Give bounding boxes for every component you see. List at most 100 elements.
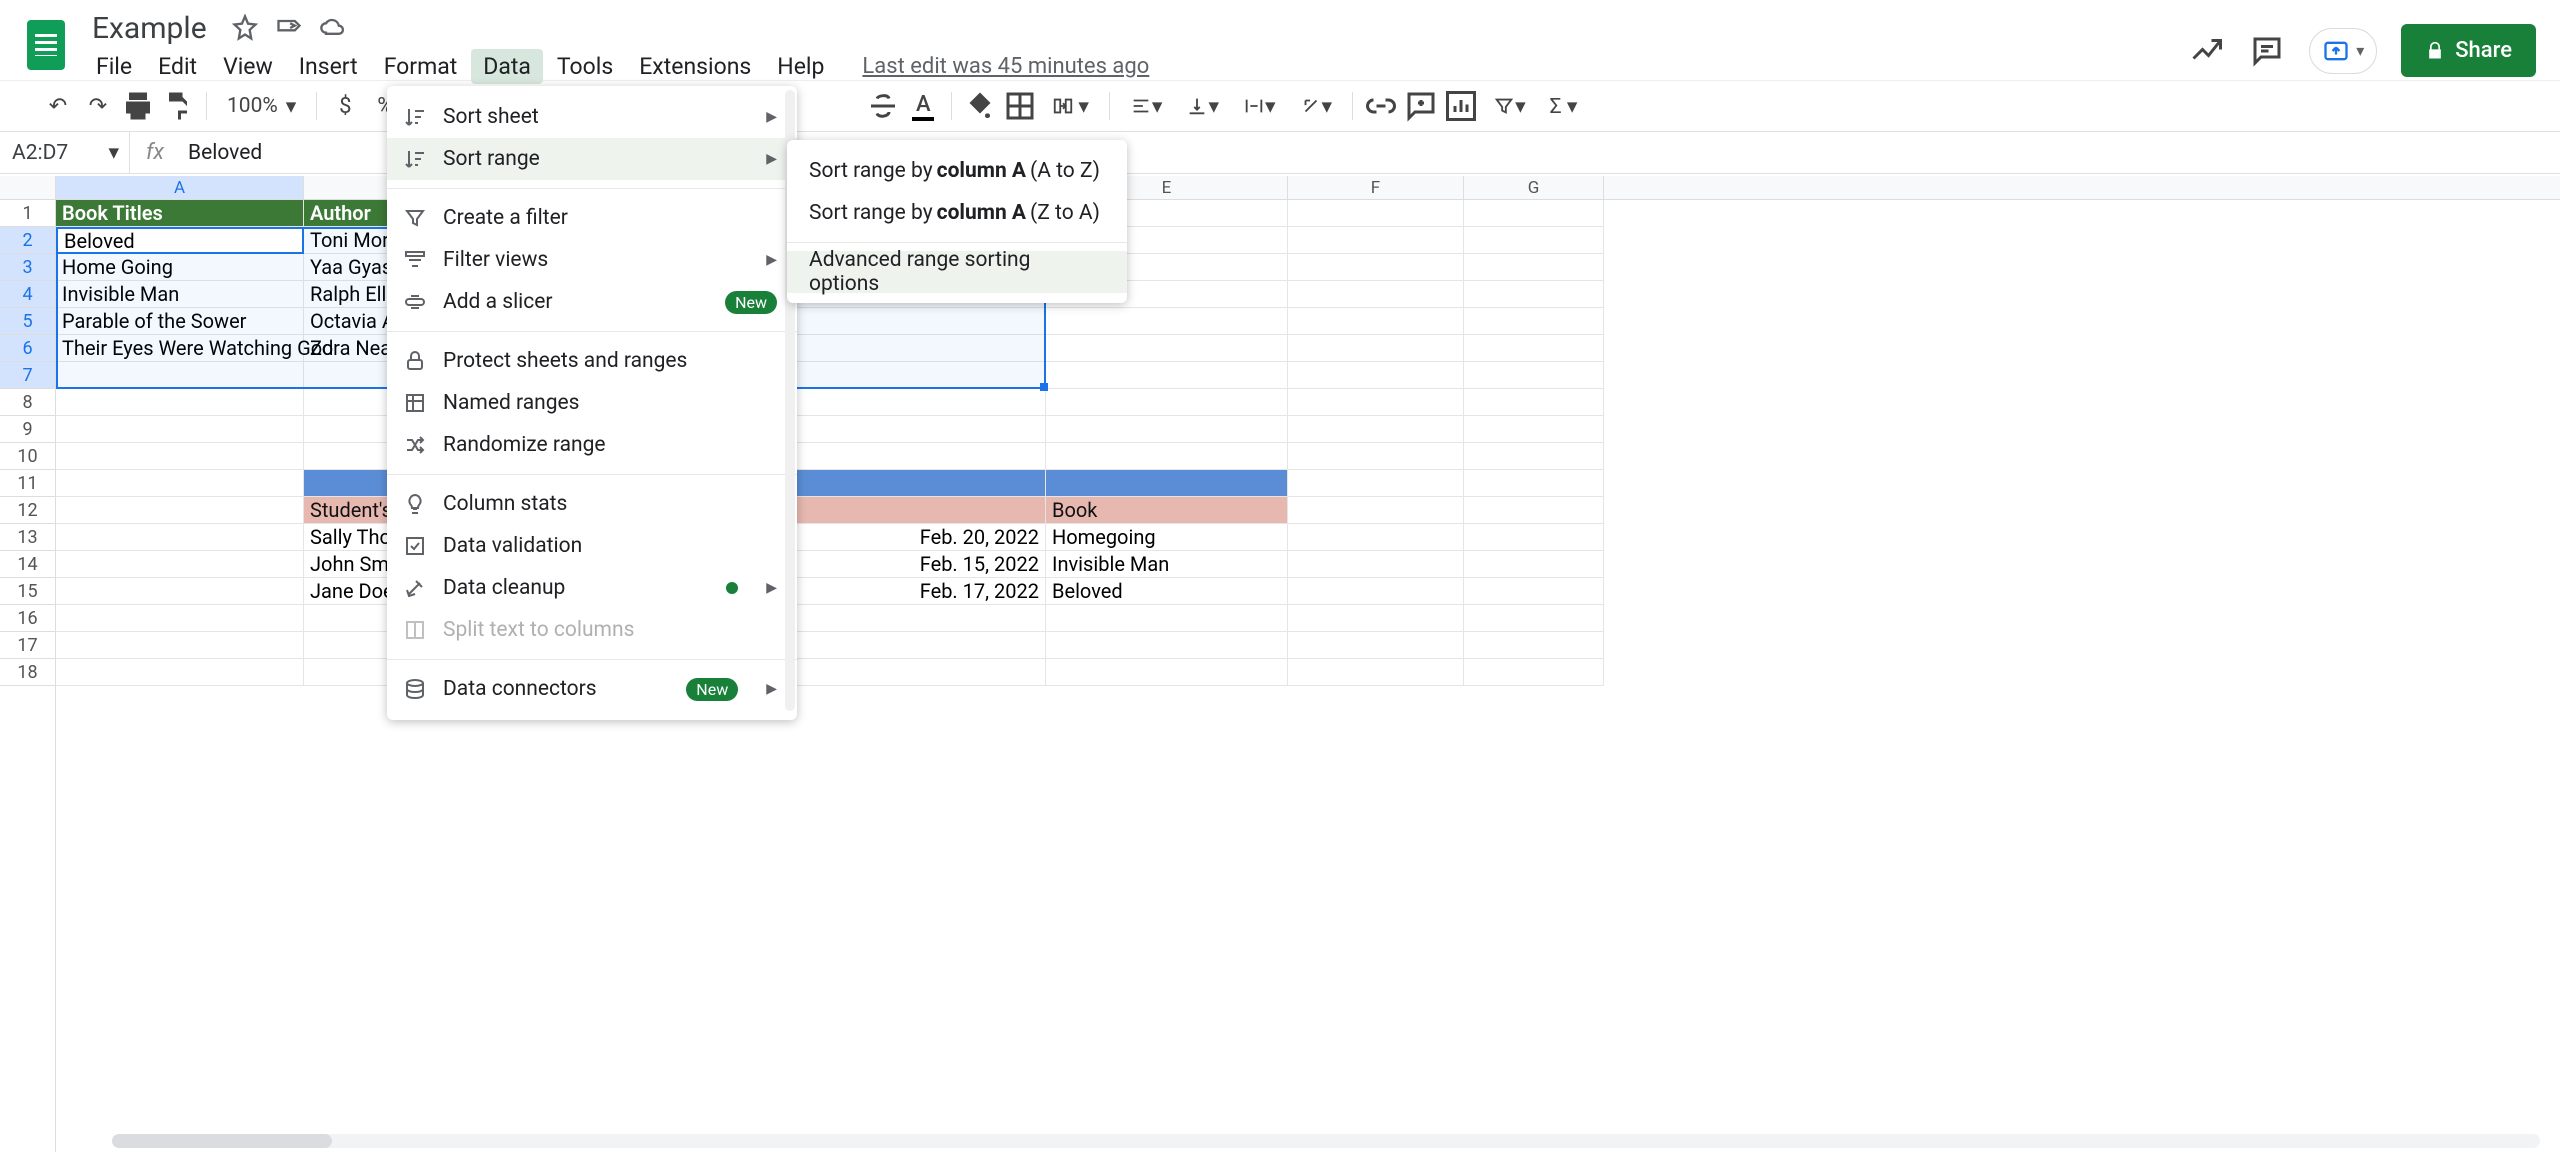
menu-column-stats[interactable]: Column stats [387, 483, 797, 525]
cloud-status-icon[interactable] [319, 14, 347, 42]
menu-data[interactable]: Data [471, 49, 543, 84]
cell[interactable] [1464, 470, 1604, 497]
row-header[interactable]: 8 [0, 389, 55, 416]
menu-help[interactable]: Help [765, 49, 836, 84]
cell[interactable] [56, 416, 304, 443]
cell[interactable] [1046, 659, 1288, 686]
row-header[interactable]: 4 [0, 281, 55, 308]
cell[interactable] [1046, 362, 1288, 389]
cell[interactable] [1288, 308, 1464, 335]
text-wrap[interactable]: ▾ [1233, 88, 1286, 124]
row-header[interactable]: 18 [0, 659, 55, 686]
cell[interactable] [1464, 389, 1604, 416]
cell[interactable] [56, 362, 304, 389]
star-icon[interactable] [231, 14, 259, 42]
undo-icon[interactable]: ↶ [40, 88, 76, 124]
menu-named-ranges[interactable]: Named ranges [387, 382, 797, 424]
cell[interactable] [1464, 200, 1604, 227]
row-header[interactable]: 6 [0, 335, 55, 362]
cell[interactable] [1288, 227, 1464, 254]
row-header[interactable]: 12 [0, 497, 55, 524]
insert-chart-icon[interactable] [1443, 88, 1479, 124]
menu-extensions[interactable]: Extensions [627, 49, 763, 84]
cell[interactable] [56, 605, 304, 632]
cell[interactable]: Home Going [56, 254, 304, 281]
cell[interactable] [1046, 335, 1288, 362]
share-button[interactable]: Share [2401, 24, 2536, 77]
corner-cell[interactable] [0, 176, 55, 200]
filter-icon[interactable]: ▾ [1483, 88, 1536, 124]
menu-sort-sheet[interactable]: Sort sheet ▶ [387, 96, 797, 138]
scrollbar-thumb[interactable] [112, 1134, 332, 1148]
row-header[interactable]: 7 [0, 362, 55, 389]
cell[interactable] [1288, 281, 1464, 308]
format-currency[interactable]: $ [327, 88, 363, 124]
h-scrollbar[interactable] [112, 1134, 2540, 1148]
functions-icon[interactable]: Σ ▾ [1540, 88, 1588, 124]
cell[interactable] [1288, 443, 1464, 470]
cell[interactable] [1464, 497, 1604, 524]
cell[interactable] [1288, 362, 1464, 389]
move-icon[interactable] [275, 14, 303, 42]
cell[interactable] [1464, 308, 1604, 335]
cell[interactable] [1288, 416, 1464, 443]
menu-create-filter[interactable]: Create a filter [387, 197, 797, 239]
menu-randomize[interactable]: Randomize range [387, 424, 797, 466]
cell[interactable] [56, 632, 304, 659]
sort-range-z-to-a[interactable]: Sort range by column A (Z to A) [787, 192, 1127, 234]
cell[interactable]: Parable of the Sower [56, 308, 304, 335]
cell[interactable]: Homegoing [1046, 524, 1288, 551]
comments-icon[interactable] [2249, 33, 2285, 69]
cell[interactable]: Beloved [56, 227, 304, 254]
menu-data-cleanup[interactable]: Data cleanup ▶ [387, 567, 797, 609]
cell[interactable]: Invisible Man [1046, 551, 1288, 578]
sheets-logo-icon[interactable] [27, 20, 65, 70]
paint-format-icon[interactable] [160, 88, 196, 124]
row-header[interactable]: 17 [0, 632, 55, 659]
cell[interactable] [1464, 632, 1604, 659]
sort-range-a-to-z[interactable]: Sort range by column A (A to Z) [787, 150, 1127, 192]
cell[interactable] [1046, 389, 1288, 416]
cell[interactable] [1288, 524, 1464, 551]
cell[interactable] [1288, 200, 1464, 227]
row-header[interactable]: 13 [0, 524, 55, 551]
cell[interactable] [1046, 308, 1288, 335]
fill-color-icon[interactable] [962, 88, 998, 124]
menu-sort-range[interactable]: Sort range ▶ [387, 138, 797, 180]
advanced-range-sort[interactable]: Advanced range sorting options [787, 251, 1127, 293]
cell[interactable] [1288, 578, 1464, 605]
cell[interactable] [1464, 416, 1604, 443]
cell[interactable] [1288, 632, 1464, 659]
cell[interactable] [1464, 578, 1604, 605]
cell[interactable]: Book [1046, 497, 1288, 524]
redo-icon[interactable]: ↷ [80, 88, 116, 124]
name-box[interactable]: A2:D7▾ [0, 132, 130, 173]
menu-data-connectors[interactable]: Data connectors New ▶ [387, 668, 797, 710]
h-align[interactable]: ▾ [1120, 88, 1173, 124]
cell[interactable] [1464, 335, 1604, 362]
row-header[interactable]: 9 [0, 416, 55, 443]
cell[interactable]: Their Eyes Were Watching God [56, 335, 304, 362]
insert-comment-icon[interactable] [1403, 88, 1439, 124]
last-edit-link[interactable]: Last edit was 45 minutes ago [862, 54, 1149, 79]
row-header[interactable]: 16 [0, 605, 55, 632]
insert-link-icon[interactable] [1363, 88, 1399, 124]
cell[interactable]: Book Titles [56, 200, 304, 227]
cell[interactable] [1288, 551, 1464, 578]
cell[interactable] [1464, 254, 1604, 281]
cell[interactable] [56, 578, 304, 605]
row-header[interactable]: 5 [0, 308, 55, 335]
cell[interactable] [1464, 227, 1604, 254]
formula-value[interactable]: Beloved [180, 141, 262, 165]
row-header[interactable]: 1 [0, 200, 55, 227]
cell[interactable] [1464, 524, 1604, 551]
cell[interactable] [1288, 470, 1464, 497]
cell[interactable] [56, 551, 304, 578]
menu-filter-views[interactable]: Filter views ▶ [387, 239, 797, 281]
row-header[interactable]: 11 [0, 470, 55, 497]
cell[interactable] [1464, 551, 1604, 578]
cell[interactable] [1288, 497, 1464, 524]
zoom-select[interactable]: 100% ▾ [217, 88, 306, 124]
document-title[interactable]: Example [84, 11, 215, 46]
insights-icon[interactable] [2189, 33, 2225, 69]
